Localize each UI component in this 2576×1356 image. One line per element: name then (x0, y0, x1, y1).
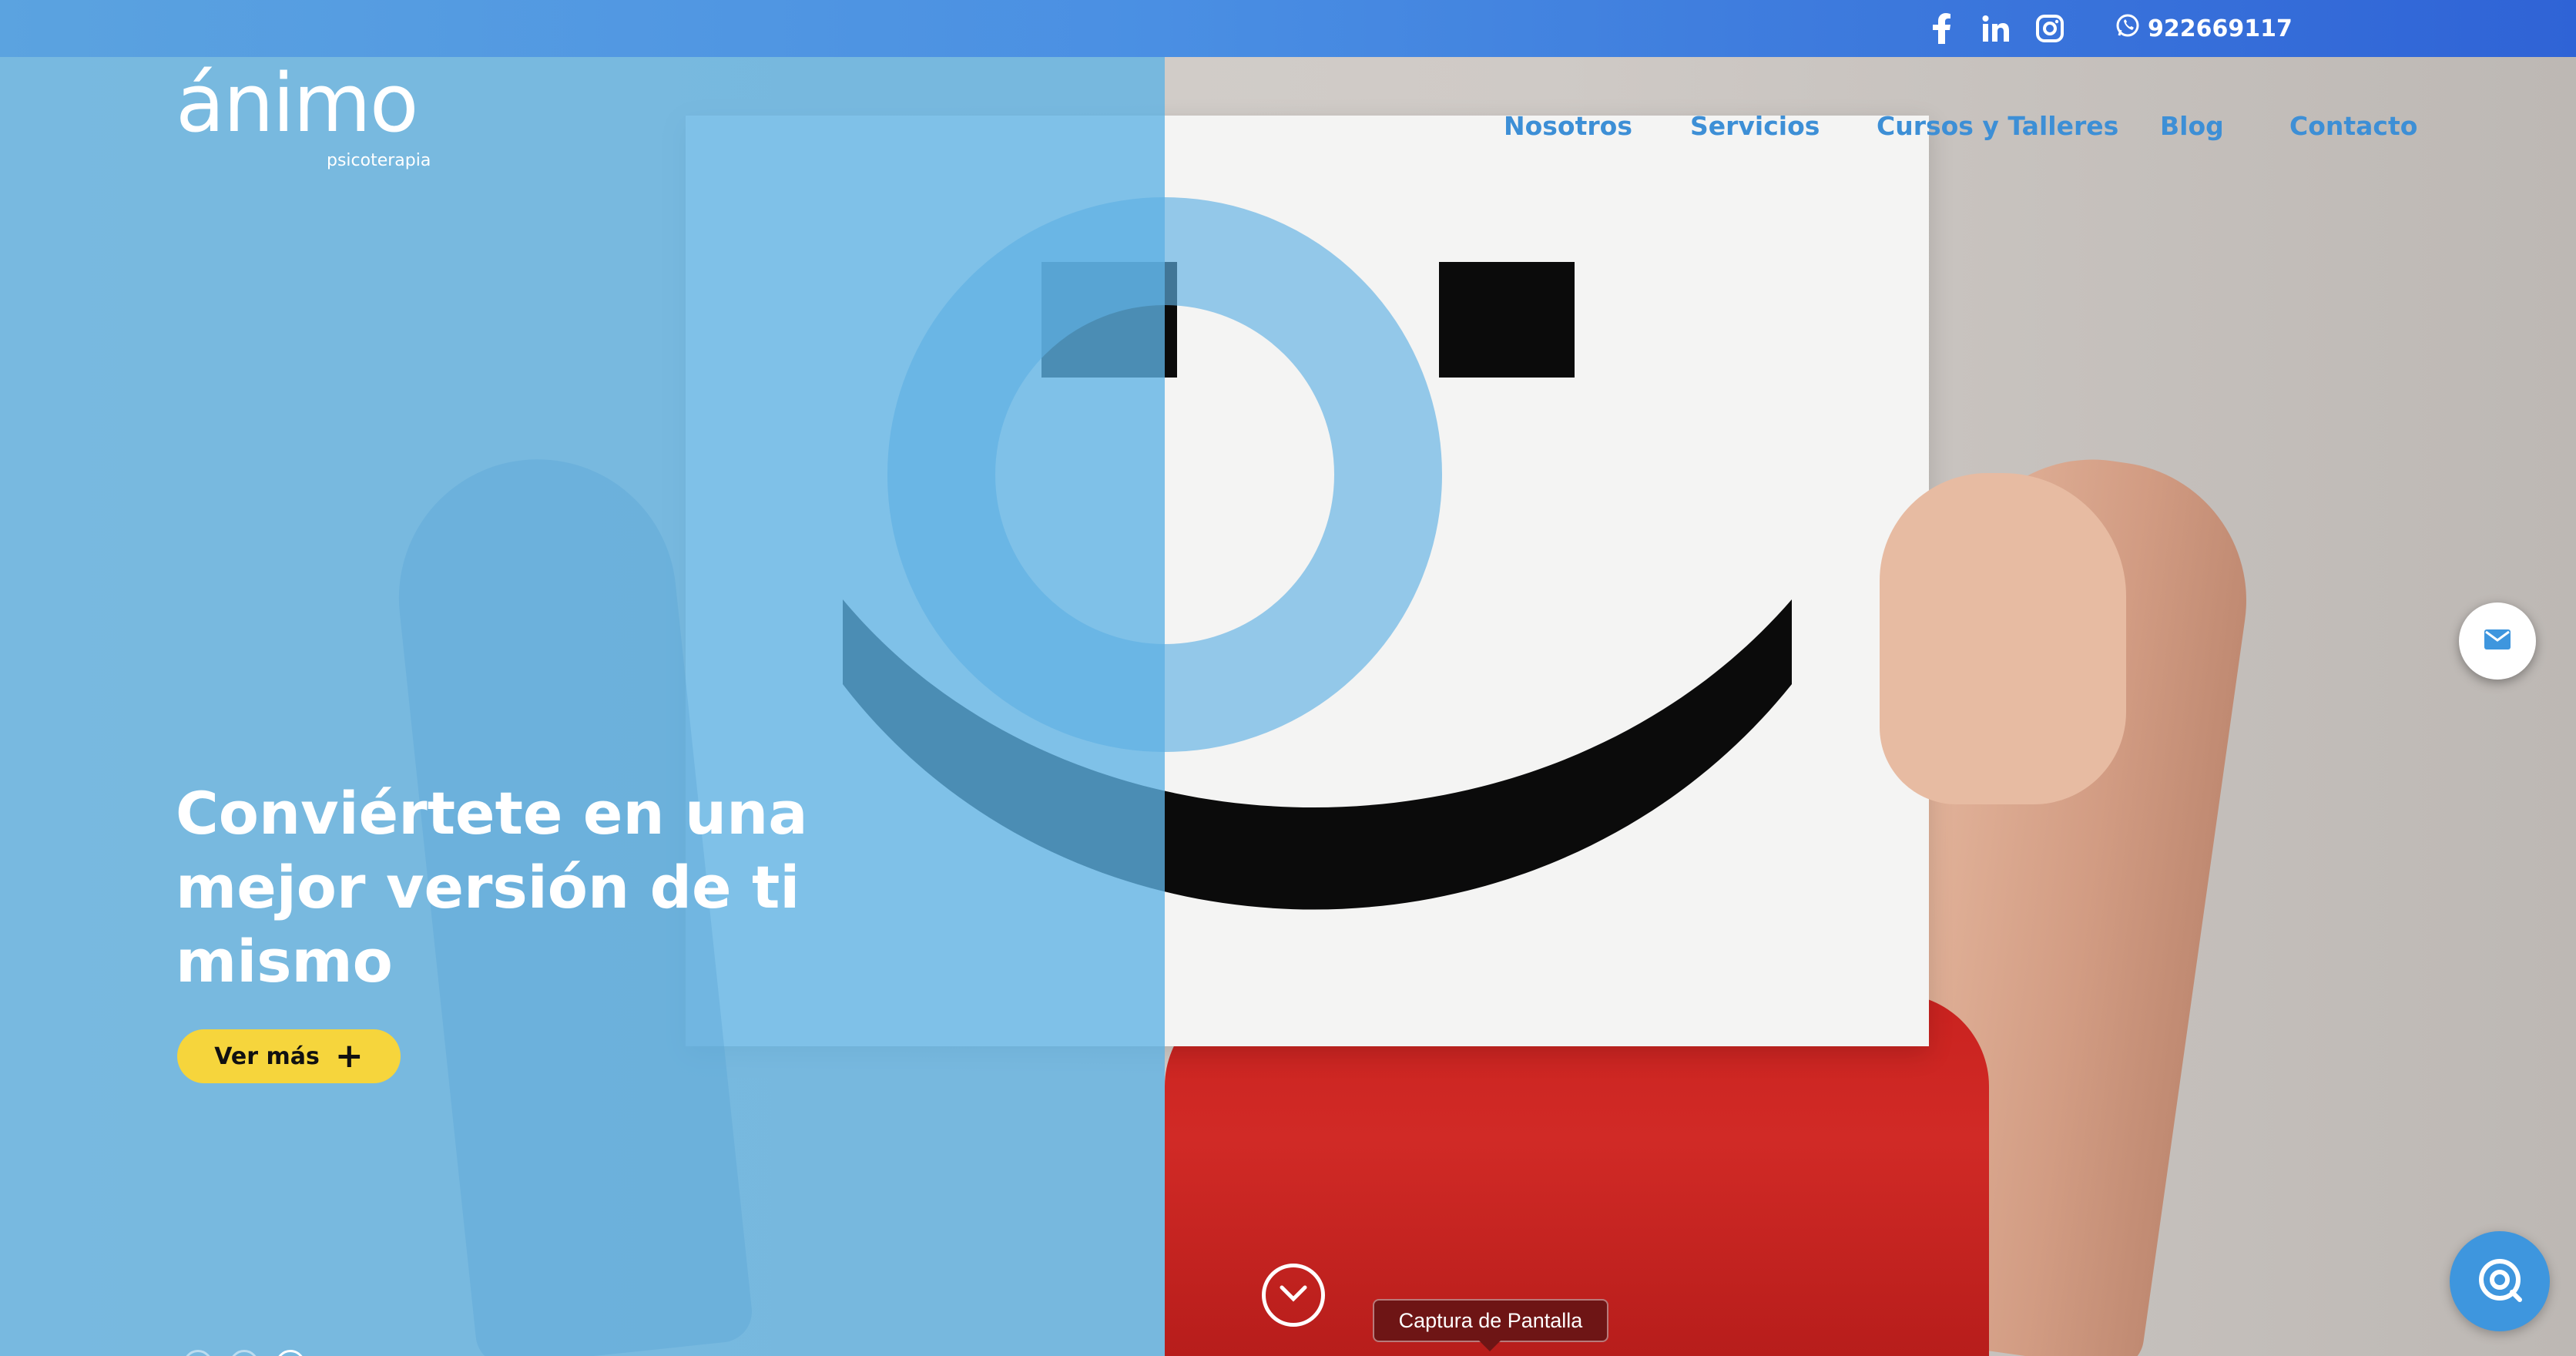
mail-icon (2484, 629, 2511, 653)
hero-section: Conviértete en una mejor versión de ti m… (0, 57, 2576, 1356)
chevron-down-icon (1280, 1285, 1307, 1305)
phone-number: 922669117 (2148, 15, 2293, 42)
social-links (1926, 9, 2066, 48)
whatsapp-icon (2115, 13, 2140, 44)
chat-button[interactable] (2450, 1231, 2550, 1331)
hero-blue-overlay (0, 57, 1165, 1356)
screenshot-tooltip: Captura de Pantalla (1373, 1299, 1608, 1351)
plus-icon: + (334, 1036, 364, 1076)
scroll-down-button[interactable] (1262, 1264, 1325, 1327)
nav-item-servicios[interactable]: Servicios (1690, 111, 1820, 141)
facebook-icon[interactable] (1926, 11, 1958, 46)
logo-ring-graphic (887, 197, 1442, 752)
linkedin-icon[interactable] (1980, 11, 2012, 46)
logo-tagline: psicoterapia (327, 151, 431, 170)
logo[interactable]: ánimo psicoterapia (176, 56, 431, 180)
hero-headline-line: Conviértete en una (176, 779, 808, 848)
mail-button[interactable] (2459, 602, 2536, 680)
hero-headline-line: mismo (176, 927, 393, 995)
hero-image-hand (1880, 473, 2126, 804)
hero-headline: Conviértete en una mejor versión de ti m… (176, 777, 869, 999)
slider-dot[interactable] (183, 1350, 213, 1356)
ver-mas-button[interactable]: Ver más + (177, 1029, 401, 1083)
nav-item-nosotros[interactable]: Nosotros (1504, 111, 1632, 141)
slider-dot-active[interactable] (276, 1350, 305, 1356)
nav-item-blog[interactable]: Blog (2160, 111, 2224, 141)
chat-icon (2475, 1255, 2524, 1307)
hero-headline-line: mejor versión de ti (176, 853, 800, 921)
logo-wordmark: ánimo (176, 56, 418, 150)
slider-dot[interactable] (230, 1350, 259, 1356)
phone-link[interactable]: 922669117 (2115, 9, 2293, 48)
smiley-eye-right (1439, 262, 1575, 378)
nav-item-cursos-y-talleres[interactable]: Cursos y Talleres (1877, 111, 2118, 141)
instagram-icon[interactable] (2034, 11, 2066, 46)
nav-item-contacto[interactable]: Contacto (2289, 111, 2417, 141)
ver-mas-label: Ver más (214, 1042, 320, 1070)
top-bar: 922669117 (0, 0, 2576, 57)
slider-pagination (183, 1350, 305, 1356)
